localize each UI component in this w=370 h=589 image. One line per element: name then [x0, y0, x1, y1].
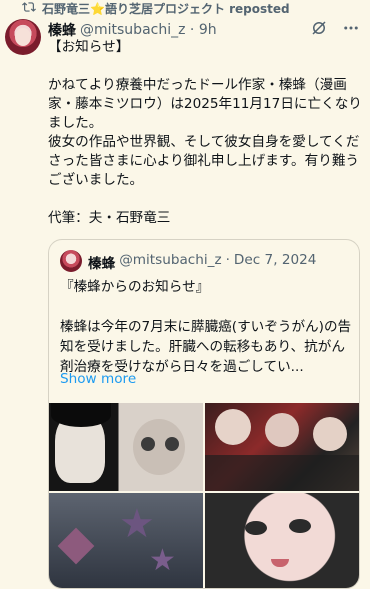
repost-indicator[interactable]: 石野竜三⭐語り芝居プロジェクト reposted	[22, 0, 290, 16]
quote-text: 『榛蜂からのお知らせ』 榛蜂は今年の7月末に膵臓癌(すいぞうがん)の告知を受けま…	[60, 279, 352, 375]
show-more-link[interactable]: Show more	[60, 371, 136, 387]
avatar[interactable]	[5, 19, 41, 55]
author-handle[interactable]: @mitsubachi_z	[80, 22, 185, 38]
repost-label: 石野竜三⭐語り芝居プロジェクト reposted	[42, 1, 290, 16]
quoted-tweet[interactable]: 榛蜂 @mitsubachi_z · Dec 7, 2024 『榛蜂からのお知ら…	[48, 239, 360, 589]
quote-author-name: 榛蜂	[88, 256, 116, 272]
tweet-header: 榛蜂 @mitsubachi_z · 9h	[48, 20, 360, 40]
quote-date: Dec 7, 2024	[233, 252, 317, 268]
media-image[interactable]	[205, 403, 359, 491]
post-time[interactable]: 9h	[199, 22, 217, 38]
media-image[interactable]	[205, 493, 359, 588]
quote-handle: @mitsubachi_z	[119, 252, 222, 268]
tweet-text: 【お知らせ】 かねてより療養中だったドール作家・榛蜂（漫画家・藤本ミツロウ）は2…	[48, 39, 362, 226]
media-grid: ★ ★	[49, 403, 359, 588]
media-image[interactable]	[49, 403, 203, 491]
media-image[interactable]: ★ ★	[49, 493, 203, 588]
author-name[interactable]: 榛蜂	[48, 20, 76, 40]
repost-icon	[22, 0, 36, 17]
quote-avatar[interactable]	[60, 250, 82, 272]
separator-dot: ·	[185, 22, 199, 38]
quote-header: 榛蜂 @mitsubachi_z · Dec 7, 2024	[88, 252, 316, 272]
quote-separator: ·	[225, 252, 230, 268]
